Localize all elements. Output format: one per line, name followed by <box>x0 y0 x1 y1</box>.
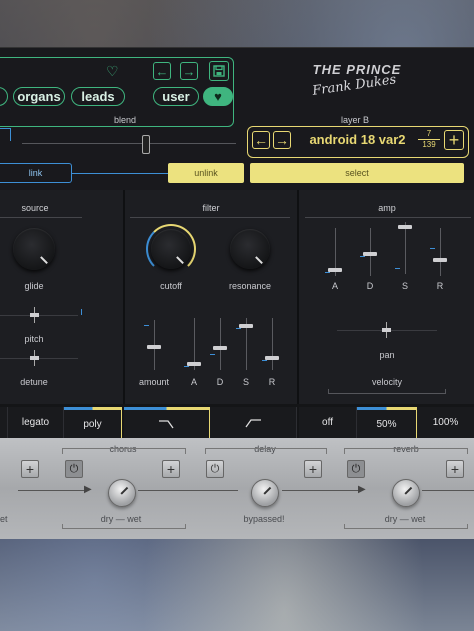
divider <box>297 190 299 404</box>
reverb-add-icon[interactable]: + <box>446 460 464 478</box>
chorus-add-icon[interactable]: + <box>162 460 180 478</box>
amp-rule <box>305 217 471 218</box>
velocity-50[interactable]: 50% <box>357 407 417 438</box>
select-button[interactable]: select <box>250 163 464 183</box>
detune-slider[interactable] <box>0 348 84 368</box>
chorus-drywet-label: dry — wet <box>100 514 142 524</box>
link-button[interactable]: link <box>0 163 72 183</box>
source-rule <box>0 217 82 218</box>
fx-panel: chorus + ⏻ + ▶ dry — wet delay ⏻ + bypas… <box>0 438 474 539</box>
arrow-right-icon: ▶ <box>358 484 366 495</box>
signal-line <box>138 490 238 491</box>
delay-power-icon[interactable]: ⏻ <box>206 460 224 478</box>
velocity-label: velocity <box>371 377 402 387</box>
amp-decay-slider[interactable] <box>360 228 380 276</box>
amp-attack-slider[interactable] <box>325 228 345 276</box>
filter-decay-slider[interactable] <box>210 318 230 370</box>
category-user[interactable]: user <box>153 87 199 106</box>
signal-line <box>18 490 88 491</box>
cutoff-knob[interactable] <box>151 229 191 269</box>
amp-d-label: D <box>366 281 374 291</box>
delay-bypassed-label: bypassed! <box>243 514 285 524</box>
velocity-bracket <box>328 389 446 394</box>
tab-legato[interactable]: legato <box>8 407 64 438</box>
reverb-drywet-label: dry — wet <box>384 514 426 524</box>
arrow-right-icon: ▶ <box>84 484 92 495</box>
chorus-bottom-bracket <box>62 524 186 529</box>
left-cut-label: et <box>0 514 8 524</box>
velocity-off[interactable]: off <box>299 407 357 438</box>
tab-poly[interactable]: poly <box>64 407 122 438</box>
filter-sustain-slider[interactable] <box>236 318 256 370</box>
amp-title: amp <box>378 203 396 213</box>
amp-s-label: S <box>401 281 408 291</box>
filter-a-label: A <box>190 377 197 387</box>
divider <box>123 190 125 404</box>
amp-release-slider[interactable] <box>430 228 450 276</box>
preset-counter: 7 139 <box>418 129 440 150</box>
layer-b-add-icon[interactable]: + <box>444 130 464 150</box>
reverb-power-icon[interactable]: ⏻ <box>347 460 365 478</box>
heart-outline-icon[interactable]: ♡ <box>106 63 119 80</box>
prev-arrow-icon[interactable]: ← <box>153 62 171 80</box>
blend-label: blend <box>113 115 137 125</box>
signal-line <box>422 490 474 491</box>
layer-b-prev-icon[interactable]: ← <box>252 131 270 149</box>
cutoff-label: cutoff <box>160 281 182 291</box>
layer-b-label: layer B <box>340 115 369 125</box>
chorus-drywet-knob[interactable] <box>108 479 136 507</box>
reverb-bottom-bracket <box>344 524 468 529</box>
amp-r-label: R <box>436 281 444 291</box>
layer-b-next-icon[interactable]: → <box>273 131 291 149</box>
filter-s-label: S <box>242 377 249 387</box>
signal-line <box>282 490 362 491</box>
synth-panel: source glide pitch detune filter cutoff … <box>0 190 474 438</box>
chorus-bracket <box>62 448 186 454</box>
reverb-drywet-knob[interactable] <box>392 479 420 507</box>
filter-rule <box>130 217 290 218</box>
delay-knob[interactable] <box>251 479 279 507</box>
chorus-power-icon[interactable]: ⏻ <box>65 460 83 478</box>
reverb-bracket <box>344 448 468 454</box>
next-arrow-icon[interactable]: → <box>180 62 198 80</box>
category-leads[interactable]: leads <box>71 87 125 106</box>
unlink-button[interactable]: unlink <box>168 163 244 183</box>
pitch-label: pitch <box>24 334 44 344</box>
filter-r-label: R <box>268 377 276 387</box>
category-organs[interactable]: organs <box>13 87 65 106</box>
link-wire <box>72 173 168 174</box>
pan-label: pan <box>379 350 395 360</box>
glide-knob[interactable] <box>13 228 55 270</box>
source-title: source <box>21 203 49 213</box>
velocity-100[interactable]: 100% <box>417 407 474 438</box>
amp-sustain-slider[interactable] <box>395 222 415 274</box>
amp-a-label: A <box>331 281 338 291</box>
tab-highpass-icon[interactable] <box>210 407 297 438</box>
delay-bracket <box>205 448 327 454</box>
detune-label: detune <box>20 377 48 387</box>
filter-release-slider[interactable] <box>262 318 282 370</box>
filter-amount-label: amount <box>138 377 170 387</box>
layer-b-preset-name[interactable]: android 18 var2 <box>300 132 415 147</box>
preset-total: 139 <box>418 139 440 150</box>
filter-attack-slider[interactable] <box>184 318 204 370</box>
blend-slider[interactable] <box>10 128 240 154</box>
tab-cut[interactable] <box>0 407 8 438</box>
pan-slider[interactable] <box>337 320 437 340</box>
filter-title: filter <box>202 203 220 213</box>
preset-panel: ♡ ← → organs leads user ♥ THE PRINCE Fra… <box>0 47 474 191</box>
resonance-knob[interactable] <box>230 229 270 269</box>
glide-label: glide <box>24 281 44 291</box>
favorites-heart-icon[interactable]: ♥ <box>203 87 233 106</box>
tab-lowpass-icon[interactable] <box>124 407 210 438</box>
add-fx-left-icon[interactable]: + <box>21 460 39 478</box>
preset-index: 7 <box>426 129 432 138</box>
save-icon[interactable] <box>209 61 229 81</box>
delay-add-icon[interactable]: + <box>304 460 322 478</box>
filter-amount-slider[interactable] <box>143 320 167 370</box>
link-bracket <box>0 128 11 141</box>
filter-d-label: D <box>216 377 224 387</box>
resonance-label: resonance <box>228 281 272 291</box>
pitch-slider[interactable] <box>0 305 84 325</box>
